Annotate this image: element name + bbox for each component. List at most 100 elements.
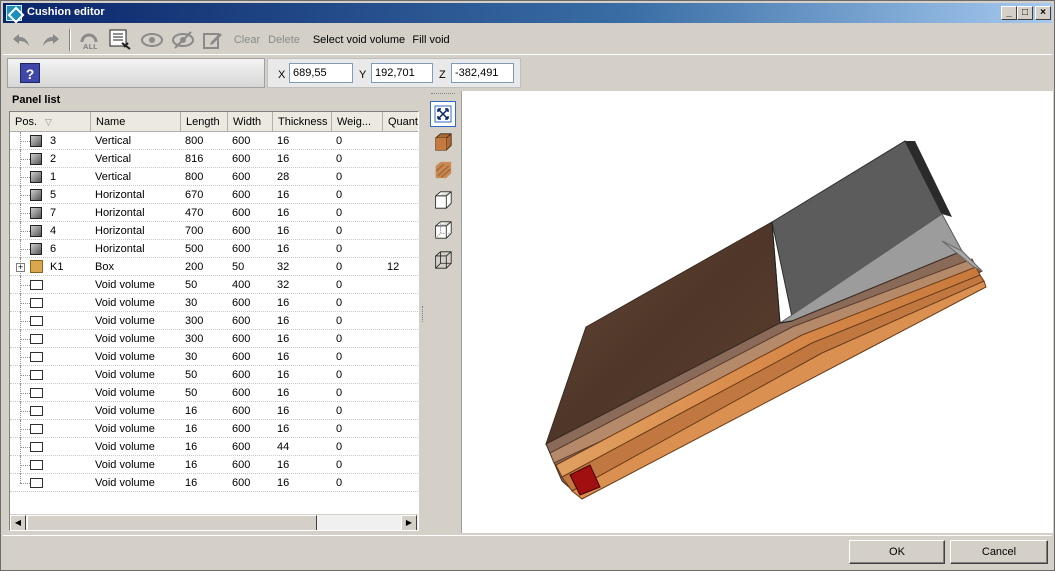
transparent-view-icon[interactable] [430,247,456,273]
expand-icon[interactable]: + [16,263,25,272]
cell-quantity [383,276,418,294]
cell-length: 800 [185,135,204,147]
scroll-thumb[interactable] [27,515,317,530]
x-coordinate-input[interactable] [289,63,353,83]
cell-pos [46,420,90,438]
column-header-pos[interactable]: Pos. ▽ [10,112,91,132]
cell-pos [46,438,90,456]
table-row[interactable]: Void volume 16 600 16 0 [10,402,418,420]
cell-width: 600 [232,297,251,309]
column-header-thickness[interactable]: Thickness [273,112,332,132]
edit-icon[interactable] [201,28,225,52]
cell-width: 600 [232,477,251,489]
cell-pos [46,474,90,492]
cell-name: Void volume [95,405,155,417]
cell-weight: 0 [336,315,343,327]
cell-thickness: 44 [277,441,290,453]
cell-quantity [383,168,418,186]
cell-quantity [383,438,418,456]
cell-pos [46,456,90,474]
hidden-line-view-icon[interactable] [430,217,456,243]
table-row[interactable]: 1 Vertical 800 600 28 0 [10,168,418,186]
cell-width: 600 [232,171,251,183]
cell-length: 16 [185,477,198,489]
close-button[interactable]: × [1035,6,1051,20]
column-header-quantity[interactable]: Quant [383,112,418,132]
table-row[interactable]: Void volume 30 600 16 0 [10,294,418,312]
cell-width: 600 [232,369,251,381]
cell-pos [46,402,90,420]
splitter-grip-icon [422,306,425,322]
cell-pos: 5 [50,189,57,201]
panel-icon [30,243,42,255]
cell-width: 600 [232,387,251,399]
maximize-button[interactable]: □ [1017,6,1033,20]
table-row[interactable]: + K1 Box 200 50 32 0 12 [10,258,418,276]
column-header-weight[interactable]: Weig... [332,112,383,132]
table-row[interactable]: 2 Vertical 816 600 16 0 [10,150,418,168]
undo-icon[interactable] [9,28,33,52]
redo-icon[interactable] [39,28,63,52]
table-row[interactable]: 3 Vertical 800 600 16 0 [10,132,418,150]
hide-icon[interactable] [170,28,196,52]
panel-list-icon[interactable] [107,28,133,52]
select-void-volume-button[interactable]: Select void volume [312,28,406,52]
delete-button[interactable]: Delete [265,28,303,52]
cell-width: 50 [232,261,245,273]
table-row[interactable]: 6 Horizontal 500 600 16 0 [10,240,418,258]
table-row[interactable]: Void volume 50 400 32 0 [10,276,418,294]
material-view-icon[interactable] [430,157,456,183]
table-row[interactable]: Void volume 50 600 16 0 [10,384,418,402]
clear-button[interactable]: Clear [231,28,263,52]
table-row[interactable]: Void volume 16 600 16 0 [10,474,418,492]
column-header-length[interactable]: Length [181,112,228,132]
show-icon[interactable] [139,28,165,52]
toolbar-grip-icon [431,93,455,95]
horizontal-scrollbar[interactable]: ◀ ▶ [10,514,418,530]
wireframe-view-icon[interactable] [430,187,456,213]
cell-pos: 4 [50,225,57,237]
cell-length: 50 [185,387,198,399]
cell-width: 600 [232,405,251,417]
zoom-extents-icon[interactable] [430,101,456,127]
3d-viewport[interactable] [461,91,1053,533]
cell-quantity [383,456,418,474]
minimize-button[interactable]: _ [1001,6,1017,20]
void-volume-icon [30,478,43,488]
void-volume-icon [30,316,43,326]
cell-thickness: 16 [277,135,290,147]
help-icon[interactable]: ? [20,63,40,83]
y-coordinate-input[interactable] [371,63,433,83]
main-toolbar: ALL Clear Delete Select void volume Fill… [3,25,1052,55]
column-header-name[interactable]: Name [91,112,181,132]
void-volume-icon [30,370,43,380]
cell-weight: 0 [336,153,343,165]
scroll-right-icon[interactable]: ▶ [401,515,417,530]
cell-thickness: 16 [277,153,290,165]
table-row[interactable]: Void volume 16 600 16 0 [10,456,418,474]
panel-list-title: Panel list [12,94,61,106]
textured-view-icon[interactable] [430,129,456,155]
table-row[interactable]: 5 Horizontal 670 600 16 0 [10,186,418,204]
table-row[interactable]: Void volume 300 600 16 0 [10,312,418,330]
column-header-width[interactable]: Width [228,112,273,132]
cell-pos [46,276,90,294]
cell-width: 600 [232,189,251,201]
table-row[interactable]: Void volume 16 600 44 0 [10,438,418,456]
table-row[interactable]: 4 Horizontal 700 600 16 0 [10,222,418,240]
table-row[interactable]: Void volume 16 600 16 0 [10,420,418,438]
scroll-left-icon[interactable]: ◀ [10,515,26,530]
void-volume-icon [30,406,43,416]
cell-thickness: 16 [277,225,290,237]
table-row[interactable]: Void volume 30 600 16 0 [10,348,418,366]
table-row[interactable]: Void volume 300 600 16 0 [10,330,418,348]
ok-button[interactable]: OK [849,540,945,564]
cancel-button[interactable]: Cancel [950,540,1048,564]
panel-icon [30,225,42,237]
cell-quantity [383,366,418,384]
z-coordinate-input[interactable] [451,63,514,83]
fill-void-button[interactable]: Fill void [411,28,451,52]
table-row[interactable]: Void volume 50 600 16 0 [10,366,418,384]
table-row[interactable]: 7 Horizontal 470 600 16 0 [10,204,418,222]
all-icon[interactable]: ALL [77,28,101,52]
